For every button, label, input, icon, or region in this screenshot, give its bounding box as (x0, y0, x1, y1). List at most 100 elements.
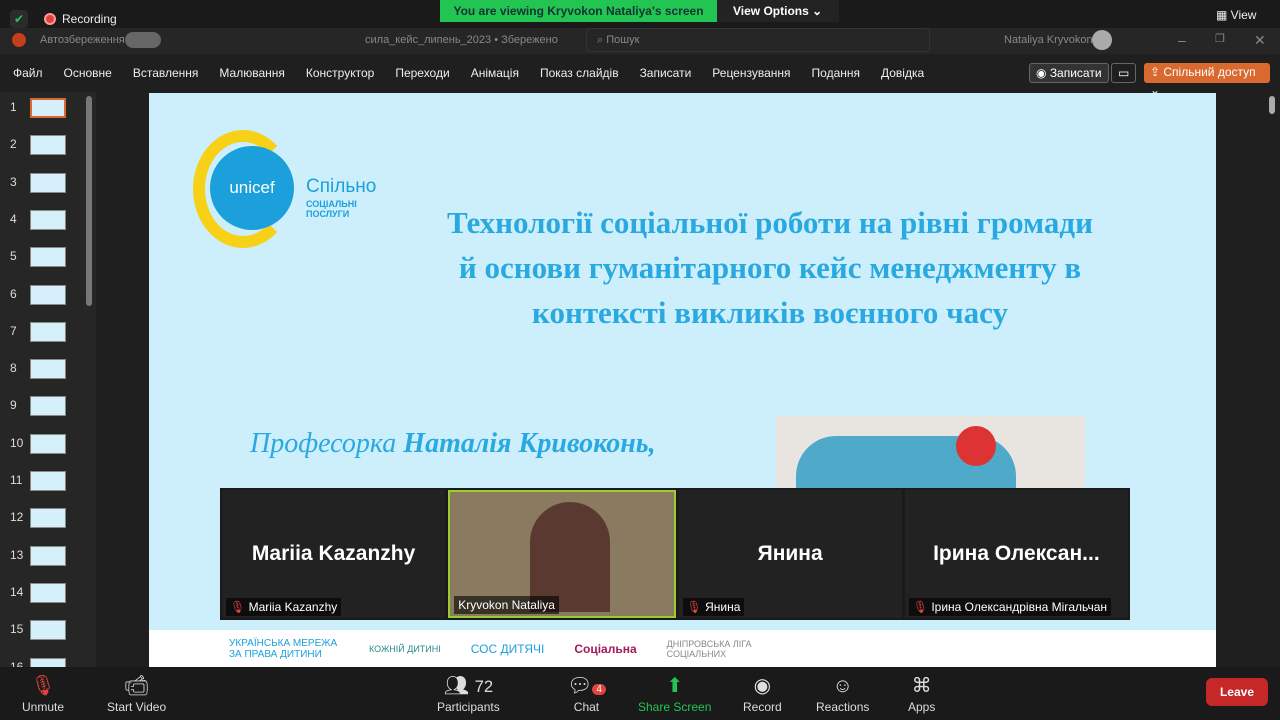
menu-draw[interactable]: Малювання (219, 66, 284, 80)
participant-big-name: Mariia Kazanzhy (251, 542, 416, 565)
slide-number: 6 (10, 286, 17, 301)
restore-icon[interactable]: ❐ (1215, 32, 1225, 45)
slide-thumbnail[interactable] (30, 582, 66, 603)
slide-scrollbar[interactable] (1269, 96, 1275, 114)
slide-thumbnail[interactable] (30, 284, 66, 305)
menu-record[interactable]: Записати (640, 66, 692, 80)
search-placeholder: Пошук (606, 34, 640, 46)
menu-help[interactable]: Довідка (881, 66, 924, 80)
chevron-down-icon: ⌄ (812, 4, 823, 18)
mic-muted-icon: 🎙︎ (30, 675, 56, 697)
apps-label: Apps (908, 700, 936, 714)
menu-transitions[interactable]: Переходи (395, 66, 449, 80)
menu-home[interactable]: Основне (64, 66, 112, 80)
chat-button[interactable]: 💬︎ 4 Chat (567, 673, 606, 714)
record-button-label: Записати (1049, 66, 1102, 80)
slide-title: Технології соціальної роботи на рівні гр… (380, 200, 1160, 335)
slide-thumbnail[interactable] (30, 433, 66, 454)
leave-button[interactable]: Leave (1205, 678, 1268, 706)
participant-label: 🎙︎ Янина (682, 598, 745, 616)
autosave-toggle[interactable] (125, 32, 161, 48)
partner-logo: КОЖНІЙ ДИТИНІ (369, 643, 441, 654)
file-name[interactable]: сила_кейс_липень_2023 • Збережено (365, 34, 558, 46)
slide-thumbnail[interactable] (30, 359, 66, 380)
slide-thumbnails[interactable]: 12345678910111213141516 (0, 92, 96, 678)
mic-muted-icon: 🎙︎ (230, 600, 246, 614)
slide-thumbnail[interactable] (30, 508, 66, 529)
mic-muted-icon: 🎙︎ (912, 600, 928, 614)
slide-thumbnail[interactable] (30, 545, 66, 566)
start-video-label: Start Video (107, 700, 167, 714)
slide-thumbnail[interactable] (30, 396, 66, 417)
share-screen-icon: ⬆ (666, 675, 684, 697)
view-button[interactable]: ▦ View (1216, 8, 1256, 22)
record-dot-icon (44, 13, 56, 25)
menu-insert[interactable]: Вставлення (133, 66, 199, 80)
participant-tile[interactable]: Ірина Олексан... 🎙︎ Ірина Олександрівна М… (904, 490, 1128, 618)
autosave-label: Автозбереження (40, 34, 125, 46)
participant-label: 🎙︎ Ірина Олександрівна Мігальчан (908, 598, 1112, 616)
record-meeting-button[interactable]: ◉ Record (743, 673, 782, 714)
minimize-icon[interactable]: – (1178, 32, 1186, 48)
avatar[interactable] (1092, 30, 1112, 50)
slide-thumbnail[interactable] (30, 209, 66, 230)
title-line: контексті викликів воєнного часу (532, 295, 1008, 330)
chat-badge: 4 (592, 684, 606, 695)
participants-count: 72 (474, 677, 494, 696)
participants-button[interactable]: 👥︎ 72 Participants (437, 673, 500, 714)
partner-logo: СОС ДИТЯЧІ (470, 641, 545, 656)
slide-thumbnail[interactable] (30, 471, 66, 491)
share-screen-label: Share Screen (638, 700, 712, 714)
slide-number: 7 (10, 323, 17, 338)
slide-thumbnail[interactable] (30, 321, 66, 342)
reactions-icon: ☺ (832, 675, 853, 697)
unmute-label: Unmute (22, 700, 65, 714)
thumbnail-scrollbar[interactable] (86, 96, 92, 306)
presenter-name: Наталія Кривоконь, (403, 428, 656, 459)
unmute-button[interactable]: 🎙︎ Unmute (22, 673, 64, 714)
participant-big-name: Ірина Олексан... (933, 542, 1100, 565)
mic-muted-icon: 🎙︎ (686, 600, 702, 614)
slide-thumbnail[interactable] (30, 247, 66, 268)
view-options-button[interactable]: View Options ⌄ (717, 0, 839, 22)
recording-label: Recording (62, 12, 117, 26)
menu-slideshow[interactable]: Показ слайдів (540, 66, 619, 80)
menu-animations[interactable]: Анімація (471, 66, 519, 80)
close-icon[interactable]: ✕ (1254, 32, 1266, 49)
participant-label: 🎙︎ Mariia Kazanzhy (226, 598, 342, 616)
title-line: Технології соціальної роботи на рівні гр… (447, 205, 1093, 240)
partner-logo: ДНІПРОВСЬКА ЛІГА СОЦІАЛЬНИХ (666, 638, 752, 659)
menu-review[interactable]: Рецензування (712, 66, 790, 80)
menu-design[interactable]: Конструктор (306, 66, 374, 80)
participant-tile[interactable]: Mariia Kazanzhy 🎙︎ Mariia Kazanzhy (222, 490, 446, 618)
share-button[interactable]: ⇪ Спільний доступ ⌄ (1144, 63, 1270, 97)
participant-tile-active[interactable]: Kryvokon Nataliya (448, 490, 676, 618)
share-screen-button[interactable]: ⬆ Share Screen (638, 673, 711, 714)
menu-file[interactable]: Файл (13, 66, 43, 80)
partner-logos: УКРАЇНСЬКА МЕРЕЖА ЗА ПРАВА ДИТИНИ КОЖНІЙ… (149, 630, 1216, 667)
reactions-button[interactable]: ☺ Reactions (816, 675, 869, 714)
participant-name: Ірина Олександрівна Мігальчан (931, 600, 1108, 614)
slide-thumbnail[interactable] (30, 620, 66, 641)
start-video-button[interactable]: 📹︎ Start Video (107, 673, 166, 714)
slide-thumbnail[interactable] (30, 135, 66, 156)
slide-thumbnail[interactable] (30, 172, 66, 193)
participants-icon: 👥︎ 72 (443, 675, 494, 697)
record-button[interactable]: ◉ Записати (1029, 63, 1109, 83)
presenter-title: Професорка (250, 428, 404, 459)
shield-icon[interactable]: ✔ (10, 10, 28, 28)
apps-button[interactable]: ⌘ Apps (908, 673, 935, 714)
video-off-icon: 📹︎ (123, 675, 150, 697)
search-input[interactable]: ⌕ Пошук (586, 28, 930, 52)
slide-number: 11 (10, 473, 23, 487)
slide-number: 5 (10, 249, 17, 264)
slide-thumbnail[interactable] (30, 98, 66, 118)
recording-indicator[interactable]: Recording (44, 12, 117, 26)
comments-button[interactable]: ▭ (1111, 63, 1137, 83)
participant-tile[interactable]: Янина 🎙︎ Янина (678, 490, 902, 618)
slide-number: 4 (10, 211, 17, 226)
participant-name: Kryvokon Nataliya (454, 596, 559, 614)
slide-number: 15 (10, 622, 24, 637)
menu-view[interactable]: Подання (812, 66, 860, 80)
view-options-label: View Options (733, 4, 809, 18)
